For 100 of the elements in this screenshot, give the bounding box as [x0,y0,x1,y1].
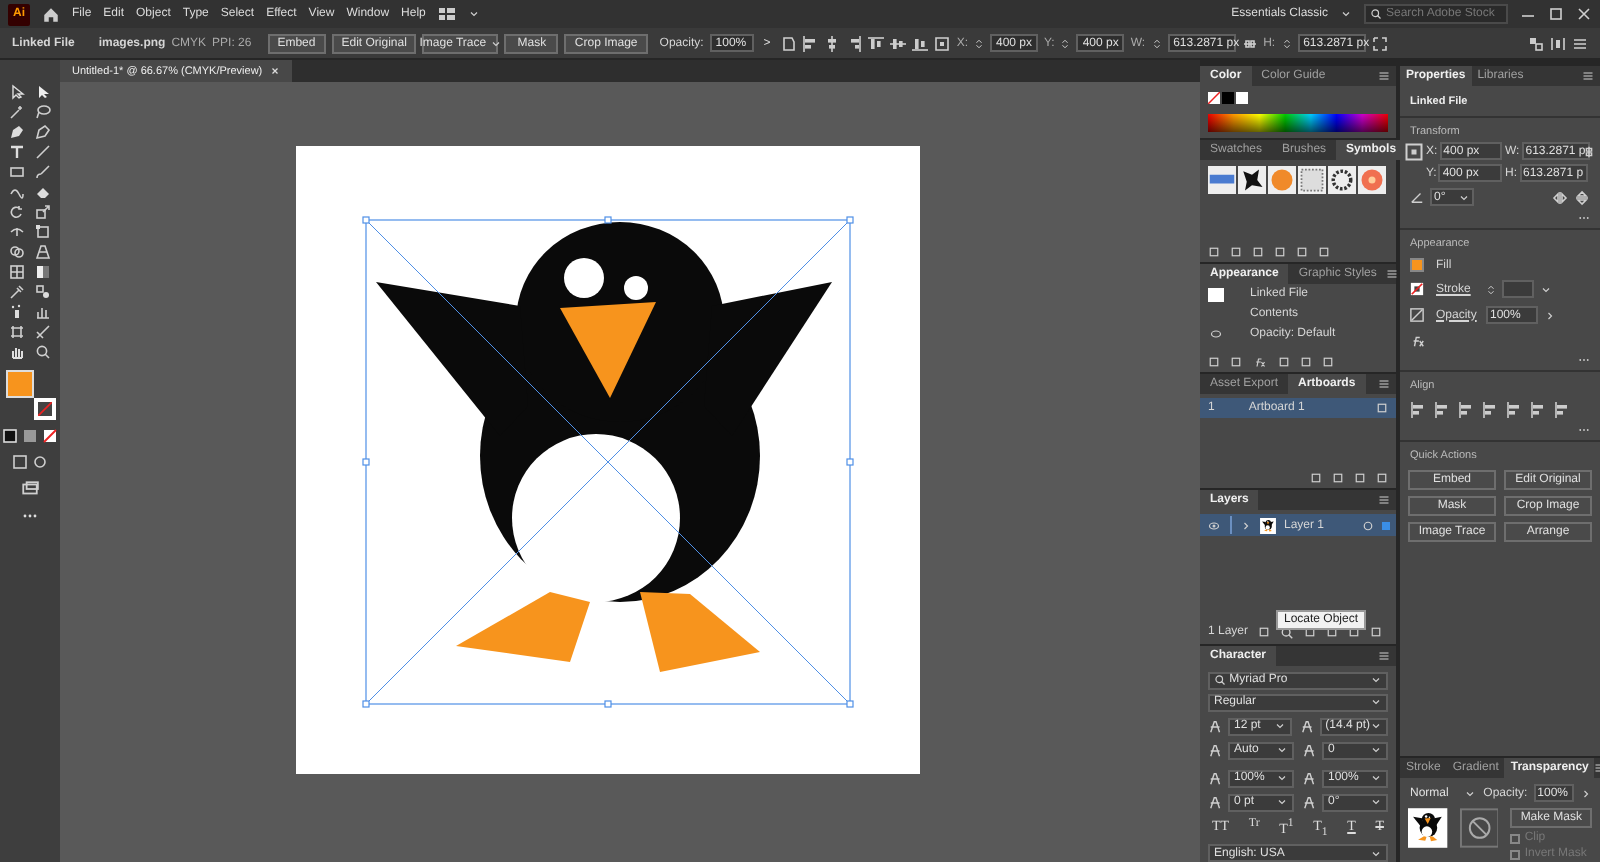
angle-icon [1410,190,1424,204]
blend-icon[interactable] [33,284,51,300]
symbol-thumbnail[interactable] [1298,166,1326,194]
opacity-icon[interactable] [1410,308,1424,322]
symbol-thumbnail[interactable] [1268,166,1296,194]
symbol-thumbnail[interactable] [1238,166,1266,194]
shape-builder-icon[interactable] [7,244,25,260]
rotate-icon[interactable] [7,204,25,220]
fill-color-swatch[interactable] [1410,258,1424,272]
caret-icon[interactable] [1458,191,1470,203]
caret-icon[interactable] [1370,847,1382,859]
symbol-sprayer-icon[interactable] [7,304,25,320]
object-thumbnail [1408,808,1448,848]
gradient-icon[interactable] [33,264,51,280]
caret-icon[interactable] [1340,8,1352,20]
list-icon[interactable] [1572,35,1588,51]
transform-options-icon[interactable] [780,35,797,51]
eyedropper-icon[interactable] [7,284,25,300]
fx-icon[interactable] [1410,334,1426,348]
search-icon [1370,8,1382,20]
color-swatch[interactable] [1236,92,1248,104]
visibility-icon[interactable] [1208,328,1224,341]
visibility-icon[interactable] [1206,519,1222,532]
bar-graph-icon[interactable] [33,304,51,320]
slice-icon[interactable] [33,324,51,340]
stroke-none-swatch[interactable] [1410,282,1424,296]
panel-menu-icon[interactable] [1378,494,1390,507]
rectangle-icon[interactable] [7,164,25,180]
caret-icon[interactable] [1463,787,1476,799]
lasso-icon[interactable] [33,104,51,120]
align-left-icon[interactable] [802,35,819,51]
selection-arrow-icon[interactable] [7,84,25,100]
shaper-icon[interactable] [7,184,25,200]
panel-menu-icon[interactable] [1378,649,1390,662]
distribute-icon[interactable] [1550,35,1566,51]
close-icon[interactable] [1576,6,1592,22]
zoom-icon[interactable] [33,344,51,360]
eraser-icon[interactable] [33,184,51,200]
color-spectrum[interactable] [1208,114,1388,132]
stepper-icon[interactable] [1281,35,1292,51]
stroke-color-swatch[interactable] [34,398,56,420]
workspace-layout-icon[interactable] [437,6,456,22]
empty-mask-icon [1459,808,1499,848]
panel-menu-icon[interactable] [1386,268,1399,281]
caret-icon[interactable] [490,37,503,49]
panel-menu-icon[interactable] [1582,70,1594,82]
symbol-thumbnail[interactable] [1208,166,1236,194]
pen-icon[interactable] [7,124,25,140]
direct-selection-icon[interactable] [33,84,51,100]
hand-icon[interactable] [7,344,25,360]
object-thumbnail [1208,287,1224,302]
reference-point-icon[interactable] [934,35,951,51]
symbol-thumbnail[interactable] [1328,166,1356,194]
color-swatch[interactable] [1222,92,1234,104]
none-color-swatch[interactable] [1208,92,1220,104]
layer-thumbnail [1260,517,1276,534]
magic-wand-icon[interactable] [7,104,25,120]
flip-vertical-icon[interactable] [1574,189,1590,205]
panel-menu-icon[interactable] [1378,377,1390,390]
draw-normal-icon[interactable] [12,454,28,470]
selection-bounding-box[interactable] [362,216,854,708]
link-icon[interactable] [1241,35,1258,51]
chevron-icon[interactable] [1240,519,1252,532]
symbol-thumbnail[interactable] [1358,166,1386,194]
align-left-icon[interactable] [1434,402,1450,418]
caret-icon[interactable] [1540,283,1552,295]
stepper-icon[interactable] [1486,281,1496,297]
none-mode-icon[interactable] [42,428,58,444]
stepper-icon[interactable] [1151,35,1162,51]
curvature-pen-icon[interactable] [33,124,51,140]
mesh-icon[interactable] [7,264,25,280]
maximize-icon[interactable] [1548,6,1564,22]
fx-icon[interactable] [1252,355,1268,368]
draw-behind-icon[interactable] [32,454,48,470]
reference-point-icon[interactable] [1404,142,1424,162]
chevron-icon[interactable] [1580,787,1592,799]
type-icon[interactable] [7,144,25,160]
stepper-icon[interactable] [973,35,984,51]
paintbrush-icon[interactable] [33,164,51,180]
chevron-icon[interactable] [1544,309,1556,321]
free-transform-icon[interactable] [33,224,51,240]
target-icon[interactable] [1362,519,1374,532]
arrange-icon[interactable] [1528,35,1544,51]
panel-menu-icon[interactable] [1378,70,1390,82]
screen-mode-icon[interactable] [20,480,40,498]
transform-box-icon[interactable] [1371,35,1388,51]
artboard-icon[interactable] [7,324,25,340]
stepper-icon[interactable] [1060,35,1071,51]
gradient-mode-icon[interactable] [22,428,38,444]
home-icon[interactable] [42,5,60,23]
perspective-grid-icon[interactable] [33,244,51,260]
width-icon[interactable] [7,224,25,240]
line-icon[interactable] [33,144,51,160]
close-icon[interactable] [270,66,281,76]
scale-icon[interactable] [33,204,51,220]
flip-horizontal-icon[interactable] [1552,189,1568,205]
search-icon [1214,674,1226,687]
caret-icon[interactable] [467,8,480,20]
stroke-weight-field[interactable] [1502,280,1534,298]
color-mode-icon[interactable] [2,428,18,444]
